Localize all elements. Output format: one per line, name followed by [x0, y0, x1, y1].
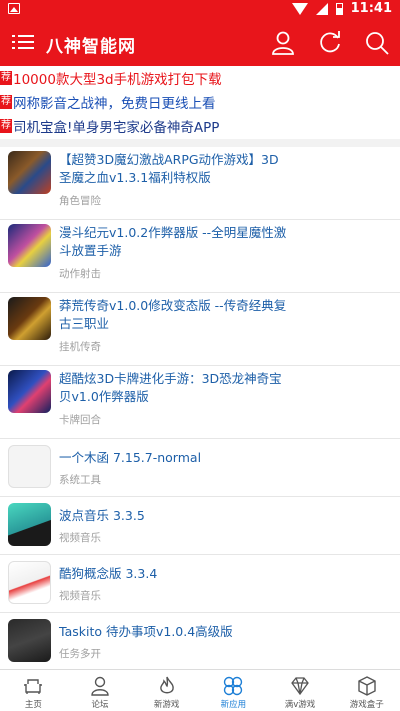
gallery-icon — [8, 3, 20, 14]
tab-label: 论坛 — [91, 700, 109, 710]
tab-forum[interactable]: 论坛 — [67, 670, 134, 711]
battery-icon — [335, 2, 343, 15]
recommend-badge: 荐 — [0, 71, 12, 85]
app-thumbnail — [8, 561, 51, 604]
app-thumbnail — [8, 224, 51, 267]
item-title[interactable]: 波点音乐 3.3.5 — [59, 507, 291, 525]
app-thumbnail — [8, 297, 51, 340]
item-category: 系统工具 — [59, 474, 101, 486]
user-icon — [91, 676, 109, 696]
app-list: 【超赞3D魔幻激战ARPG动作游戏】3D圣魔之血v1.3.1福利特权版 角色冒险… — [0, 147, 400, 671]
wifi-icon — [291, 2, 308, 15]
diamond-icon — [291, 677, 309, 696]
item-category: 动作射击 — [59, 268, 101, 280]
menu-icon[interactable] — [12, 33, 34, 51]
app-header: 八神智能网 — [0, 20, 400, 66]
tab-label: 新游戏 — [153, 700, 180, 710]
notice-list: 荐 10000款大型3d手机游戏打包下载 荐 网称影音之战神，免费日更线上看 荐… — [0, 66, 400, 138]
list-item[interactable]: 【超赞3D魔幻激战ARPG动作游戏】3D圣魔之血v1.3.1福利特权版 角色冒险 — [0, 147, 400, 220]
item-category: 任务多开 — [59, 648, 101, 660]
list-item[interactable]: 漫斗纪元v1.0.2作弊器版 --全明星魔性激斗放置手游 动作射击 — [0, 220, 400, 293]
list-item[interactable]: 酷狗概念版 3.3.4 视频音乐 — [0, 555, 400, 613]
tab-label: 新应用 — [220, 700, 247, 710]
bottom-tab-bar: 主页 论坛 新游戏 新应用 满v游戏 游戏盒子 — [0, 669, 400, 711]
item-title[interactable]: 一个木函 7.15.7-normal — [59, 449, 291, 467]
notice-text[interactable]: 司机宝盒!单身男宅家必备神奇APP — [13, 116, 219, 136]
signal-icon — [315, 2, 328, 15]
notice-item[interactable]: 荐 网称影音之战神，免费日更线上看 — [0, 90, 400, 114]
item-category: 卡牌回合 — [59, 414, 101, 426]
tab-new-apps[interactable]: 新应用 — [200, 670, 267, 711]
notice-item[interactable]: 荐 10000款大型3d手机游戏打包下载 — [0, 66, 400, 90]
item-title[interactable]: 超酷炫3D卡牌进化手游：3D恐龙神奇宝贝v1.0作弊器版 — [59, 370, 291, 406]
app-thumbnail — [8, 370, 51, 413]
status-time: 11:41 — [350, 1, 392, 16]
item-category: 挂机传奇 — [59, 341, 101, 353]
tab-vip-games[interactable]: 满v游戏 — [267, 670, 334, 711]
list-item[interactable]: 莽荒传奇v1.0.0修改变态版 --传奇经典复古三职业 挂机传奇 — [0, 293, 400, 366]
item-title[interactable]: 【超赞3D魔幻激战ARPG动作游戏】3D圣魔之血v1.3.1福利特权版 — [59, 151, 291, 187]
list-item[interactable]: 波点音乐 3.3.5 视频音乐 — [0, 497, 400, 555]
notice-item[interactable]: 荐 司机宝盒!单身男宅家必备神奇APP — [0, 114, 400, 138]
app-thumbnail — [8, 619, 51, 662]
list-item[interactable]: 超酷炫3D卡牌进化手游：3D恐龙神奇宝贝v1.0作弊器版 卡牌回合 — [0, 366, 400, 439]
list-item[interactable]: 一个木函 7.15.7-normal 系统工具 — [0, 439, 400, 497]
item-title[interactable]: Taskito 待办事项v1.0.4高级版 — [59, 623, 291, 641]
search-icon[interactable] — [364, 30, 390, 56]
list-item[interactable]: Taskito 待办事项v1.0.4高级版 任务多开 — [0, 613, 400, 671]
app-thumbnail — [8, 503, 51, 546]
refresh-icon[interactable] — [317, 30, 343, 56]
app-thumbnail — [8, 151, 51, 194]
section-divider — [0, 139, 400, 147]
tab-label: 游戏盒子 — [349, 700, 384, 710]
app-thumbnail — [8, 445, 51, 488]
status-bar: 11:41 — [0, 0, 400, 20]
tab-home[interactable]: 主页 — [0, 670, 67, 711]
flower-icon — [224, 676, 243, 696]
app-title: 八神智能网 — [46, 37, 136, 57]
item-category: 视频音乐 — [59, 590, 101, 602]
tab-label: 主页 — [24, 700, 42, 710]
item-title[interactable]: 莽荒传奇v1.0.0修改变态版 --传奇经典复古三职业 — [59, 297, 291, 333]
tab-new-games[interactable]: 新游戏 — [133, 670, 200, 711]
flame-icon — [159, 676, 174, 694]
user-icon[interactable] — [270, 30, 296, 56]
tab-game-box[interactable]: 游戏盒子 — [333, 670, 400, 711]
item-category: 视频音乐 — [59, 532, 101, 544]
recommend-badge: 荐 — [0, 95, 12, 109]
item-title[interactable]: 漫斗纪元v1.0.2作弊器版 --全明星魔性激斗放置手游 — [59, 224, 291, 260]
item-category: 角色冒险 — [59, 195, 101, 207]
notice-text[interactable]: 网称影音之战神，免费日更线上看 — [13, 92, 216, 112]
tab-label: 满v游戏 — [284, 700, 316, 710]
sofa-icon — [24, 679, 43, 694]
box-icon — [357, 676, 376, 696]
item-title[interactable]: 酷狗概念版 3.3.4 — [59, 565, 291, 583]
recommend-badge: 荐 — [0, 119, 12, 133]
notice-text[interactable]: 10000款大型3d手机游戏打包下载 — [13, 68, 222, 88]
